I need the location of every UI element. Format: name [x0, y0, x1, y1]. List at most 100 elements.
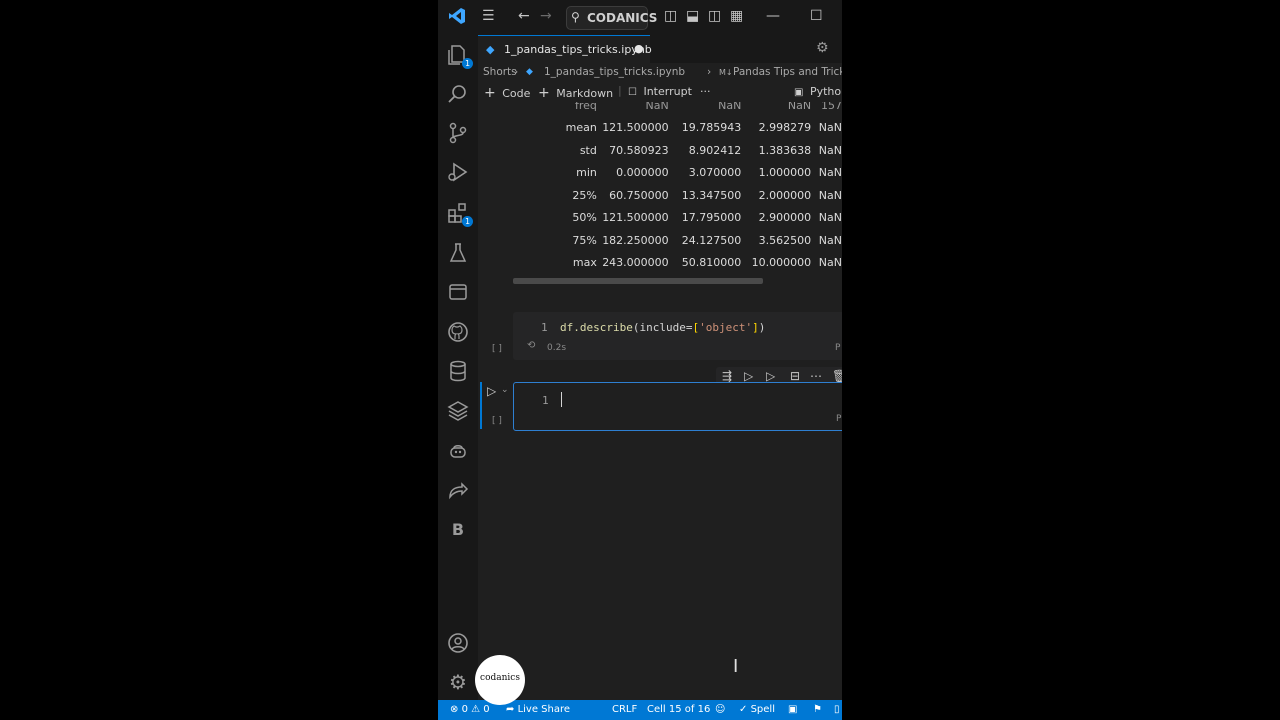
forward-arrow-icon[interactable]: → — [540, 8, 552, 24]
active-cell-indicator — [480, 382, 482, 429]
table-cell: 3.562500 — [758, 233, 812, 247]
activity-bar: 1 1 B ⚙ — [438, 35, 478, 700]
run-by-line-icon[interactable]: ⇶ — [722, 369, 732, 383]
problems-indicator[interactable]: ⊗ 0 ⚠ 0 — [450, 704, 490, 715]
copilot-icon[interactable] — [446, 439, 470, 463]
cell-language[interactable]: P — [836, 414, 841, 424]
kernel-picker[interactable]: ▣ Python — [794, 85, 842, 98]
warning-count: 0 — [483, 704, 490, 715]
search-icon[interactable] — [446, 82, 470, 106]
table-cell: 1.000000 — [758, 166, 812, 180]
live-share-button[interactable]: ➦ Live Share — [506, 704, 570, 715]
breadcrumb-item[interactable]: Shorts — [483, 66, 517, 78]
cell-position[interactable]: Cell 15 of 16 — [647, 704, 710, 715]
toolbar-divider: | — [618, 84, 622, 97]
code-token: ] — [752, 321, 759, 334]
run-cell-icon[interactable]: ▷ — [487, 384, 496, 398]
accounts-icon[interactable] — [446, 631, 470, 655]
extensions-icon[interactable]: 1 — [446, 201, 473, 227]
explorer-icon[interactable]: 1 — [446, 43, 473, 69]
line-number: 1 — [542, 394, 549, 407]
b-extension-icon[interactable]: B — [446, 518, 470, 542]
execution-time: 0.2s — [547, 343, 567, 353]
table-cell: 3.070000 — [688, 166, 742, 180]
table-cell: NaN — [818, 143, 842, 157]
code-line[interactable]: df.describe(include=['object']) — [560, 321, 765, 334]
spell-button[interactable]: ✓ Spell — [739, 704, 775, 715]
code-token: 'object' — [699, 321, 753, 334]
copilot-status-icon[interactable]: ☺ — [715, 704, 725, 715]
notifications-icon[interactable]: ▯ — [834, 704, 840, 715]
warning-icon: ⚠ — [471, 704, 481, 715]
code-cell[interactable]: 1 df.describe(include=['object']) ⟲ 0.2s… — [513, 312, 842, 360]
add-code-cell-button[interactable]: + Code — [484, 85, 530, 101]
extensions-badge: 1 — [462, 216, 473, 227]
toggle-primary-sidebar-icon[interactable]: ◫ — [664, 8, 677, 24]
cell-language[interactable]: P — [835, 343, 840, 353]
database-icon[interactable] — [446, 359, 470, 383]
output-horizontal-scrollbar[interactable] — [513, 278, 763, 284]
split-cell-icon[interactable]: ⊟ — [790, 369, 800, 383]
github-icon[interactable] — [446, 320, 470, 344]
copilot-chat-icon[interactable]: ▣ — [788, 704, 797, 715]
table-cell: 17.795000 — [681, 211, 742, 225]
customize-layout-icon[interactable]: ▦ — [730, 8, 743, 24]
tab-bar: ◆ 1_pandas_tips_tricks.ipynb ● ⚙ — [478, 35, 842, 64]
table-row: 25% 60.750000 13.347500 2.000000 NaN — [558, 184, 842, 207]
toggle-panel-icon[interactable]: ⬓ — [686, 8, 699, 24]
row-label: max — [572, 256, 597, 270]
maximize-icon[interactable]: ☐ — [810, 8, 823, 24]
table-cell: NaN — [818, 188, 842, 202]
live-share-icon[interactable] — [446, 479, 470, 503]
minimize-icon[interactable]: — — [766, 8, 780, 24]
more-actions-button[interactable]: ··· — [700, 85, 711, 98]
interrupt-button[interactable]: ☐ Interrupt — [628, 85, 692, 98]
toggle-secondary-sidebar-icon[interactable]: ◫ — [708, 8, 721, 24]
command-center-search[interactable]: ⚲ CODANICS — [566, 6, 657, 30]
code-token: (include= — [632, 321, 693, 334]
notebook-file-icon: ◆ — [486, 43, 495, 56]
vscode-logo-icon — [448, 7, 466, 29]
describe-output-table: freq NaN NaN NaN 157 mean 121.500000 19.… — [558, 102, 842, 272]
table-cell: 1.383638 — [758, 143, 812, 157]
text-cursor — [561, 392, 562, 407]
plus-icon: + — [484, 85, 496, 101]
table-cell: 121.500000 — [602, 121, 669, 135]
code-cell-active[interactable]: 1 P — [513, 382, 842, 431]
testing-flask-icon[interactable] — [446, 241, 470, 265]
settings-gear-icon[interactable]: ⚙ — [446, 670, 470, 694]
row-label: 25% — [572, 188, 597, 202]
run-debug-icon[interactable] — [446, 160, 470, 184]
table-cell: NaN — [818, 256, 842, 270]
menu-icon[interactable]: ☰ — [482, 8, 495, 24]
tab-notebook[interactable]: ◆ 1_pandas_tips_tricks.ipynb ● — [478, 35, 652, 64]
feedback-icon[interactable]: ⚑ — [813, 704, 822, 715]
execute-below-icon[interactable]: ▷ — [766, 369, 775, 383]
cell-output: freq NaN NaN NaN 157 mean 121.500000 19.… — [478, 102, 842, 272]
source-control-icon[interactable] — [446, 121, 470, 145]
execute-above-icon[interactable]: ▷ — [744, 369, 753, 383]
delete-cell-icon[interactable]: 🗑 — [832, 369, 842, 383]
back-arrow-icon[interactable]: ← — [518, 8, 530, 24]
add-markdown-cell-button[interactable]: + Markdown — [538, 85, 613, 101]
breadcrumb-item[interactable]: Pandas Tips and Tricks — [733, 66, 842, 78]
mouse-ibeam-cursor-icon: I — [733, 656, 739, 677]
table-cell: 2.000000 — [758, 188, 812, 202]
explorer-badge: 1 — [462, 58, 473, 69]
breadcrumb: Shorts › ◆ 1_pandas_tips_tricks.ipynb › … — [478, 63, 842, 81]
layers-icon[interactable] — [446, 399, 470, 423]
unsaved-dot-icon[interactable]: ● — [634, 42, 644, 55]
more-icon[interactable]: ⋯ — [810, 369, 822, 383]
eol-indicator[interactable]: CRLF — [612, 704, 637, 715]
table-row: 75% 182.250000 24.127500 3.562500 NaN — [558, 229, 842, 252]
row-label: std — [579, 143, 597, 157]
notebook-file-icon: ◆ — [526, 67, 533, 77]
logo-text: codanics — [480, 673, 520, 683]
breadcrumb-item[interactable]: 1_pandas_tips_tricks.ipynb — [544, 66, 685, 78]
remote-explorer-icon[interactable] — [446, 280, 470, 304]
chevron-down-icon[interactable]: ⌄ — [501, 385, 509, 395]
table-cell: 13.347500 — [681, 188, 742, 202]
codanics-logo: codanics — [475, 655, 525, 705]
table-cell: 8.902412 — [688, 143, 742, 157]
tab-settings-gear-icon[interactable]: ⚙ — [816, 40, 829, 56]
